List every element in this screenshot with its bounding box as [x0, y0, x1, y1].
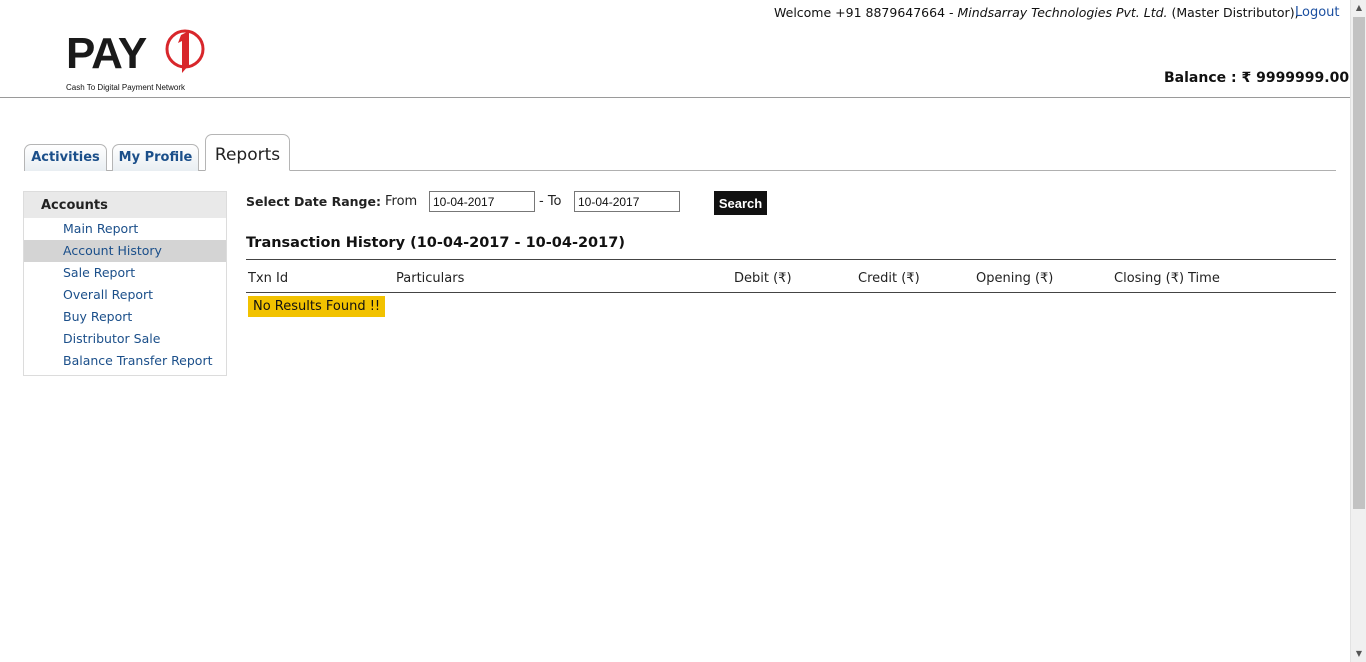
- welcome-text: Welcome +91 8879647664 - Mindsarray Tech…: [774, 5, 1299, 20]
- sidebar-item-sale-report[interactable]: Sale Report: [24, 262, 226, 284]
- reports-sidebar: Accounts Main Report Account History Sal…: [23, 191, 227, 376]
- tab-reports[interactable]: Reports: [205, 134, 290, 171]
- to-label: - To: [539, 194, 562, 209]
- pay1-logo[interactable]: PAY Cash To Digital Payment Network: [64, 24, 209, 96]
- welcome-prefix: Welcome +91 8879647664 -: [774, 5, 958, 20]
- sidebar-item-buy-report[interactable]: Buy Report: [24, 306, 226, 328]
- main-tabs: Activities My Profile Reports: [24, 134, 1336, 171]
- column-credit: Credit (₹): [858, 271, 920, 286]
- sidebar-item-distributor-sale[interactable]: Distributor Sale: [24, 328, 226, 350]
- tab-my-profile[interactable]: My Profile: [112, 144, 199, 171]
- page-title: Transaction History (10-04-2017 - 10-04-…: [246, 235, 625, 251]
- tab-activities[interactable]: Activities: [24, 144, 107, 171]
- page-header: PAY Cash To Digital Payment Network Welc…: [0, 0, 1350, 98]
- from-label: From: [385, 194, 418, 209]
- date-range-filter: Select Date Range: From - To Search: [246, 191, 846, 215]
- column-txn-id: Txn Id: [248, 271, 289, 286]
- sidebar-item-main-report[interactable]: Main Report: [24, 218, 226, 240]
- column-closing: Closing (₹): [1114, 271, 1185, 286]
- logout-link[interactable]: Logout: [1295, 5, 1340, 20]
- column-time: Time: [1188, 271, 1220, 286]
- column-debit: Debit (₹): [734, 271, 792, 286]
- scroll-down-icon[interactable]: ▼: [1351, 646, 1366, 662]
- sidebar-item-overall-report[interactable]: Overall Report: [24, 284, 226, 306]
- no-results-badge: No Results Found !!: [248, 296, 386, 317]
- transaction-table: Txn Id Particulars Debit (₹) Credit (₹) …: [246, 259, 1336, 293]
- company-name: Mindsarray Technologies Pvt. Ltd.: [957, 5, 1168, 20]
- to-date-input[interactable]: [574, 191, 680, 212]
- from-date-input[interactable]: [429, 191, 535, 212]
- search-button[interactable]: Search: [714, 191, 767, 215]
- scroll-up-icon[interactable]: ▲: [1351, 0, 1366, 16]
- column-opening: Opening (₹): [976, 271, 1054, 286]
- date-range-label: Select Date Range:: [246, 194, 381, 209]
- logo-text: PAY: [66, 29, 147, 78]
- sidebar-item-account-history[interactable]: Account History: [24, 240, 226, 262]
- scroll-thumb[interactable]: [1353, 17, 1365, 509]
- sidebar-title: Accounts: [24, 192, 226, 218]
- balance-display: Balance : ₹ 9999999.00: [1164, 70, 1350, 86]
- column-particulars: Particulars: [396, 271, 465, 286]
- vertical-scrollbar[interactable]: ▲ ▼: [1350, 0, 1366, 662]
- logo-tagline: Cash To Digital Payment Network: [66, 83, 186, 92]
- table-header: Txn Id Particulars Debit (₹) Credit (₹) …: [246, 259, 1336, 293]
- sidebar-item-balance-transfer-report[interactable]: Balance Transfer Report: [24, 350, 226, 372]
- logo-digit-icon: [165, 29, 205, 73]
- user-role: (Master Distributor),: [1167, 5, 1299, 20]
